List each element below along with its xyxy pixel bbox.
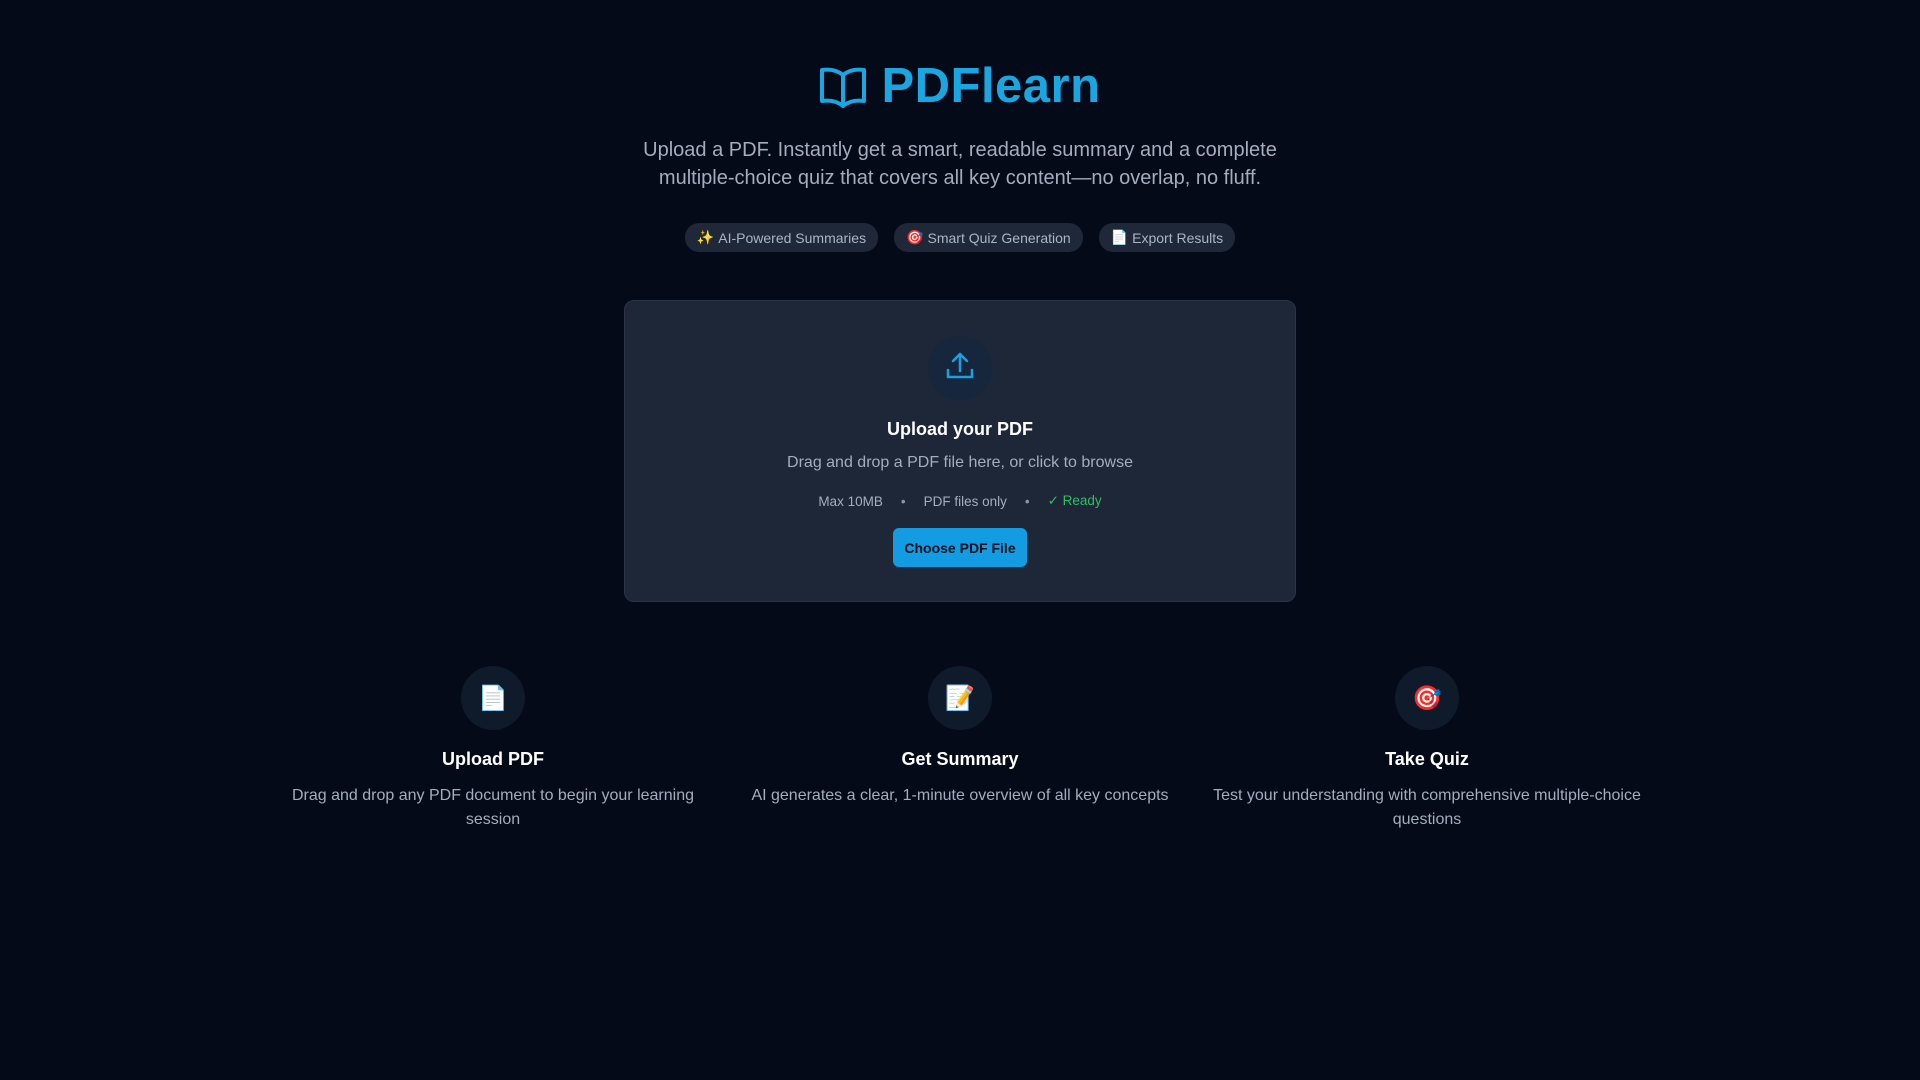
upload-instructions: Drag and drop a PDF file here, or click … bbox=[787, 454, 1133, 471]
chip-label: Smart Quiz Generation bbox=[927, 229, 1071, 246]
upload-meta: Max 10MB • PDF files only • ✓ Ready bbox=[625, 493, 1295, 509]
document-icon: 📄 bbox=[461, 666, 525, 730]
step-get-summary: 📝 Get Summary AI generates a clear, 1-mi… bbox=[740, 666, 1180, 808]
file-type-label: PDF files only bbox=[923, 493, 1007, 509]
open-book-icon bbox=[819, 65, 867, 109]
brand-header: PDFlearn bbox=[0, 62, 1920, 111]
sparkles-icon: ✨ bbox=[696, 229, 715, 246]
max-size-label: Max 10MB bbox=[818, 493, 883, 509]
choose-pdf-button[interactable]: Choose PDF File bbox=[893, 528, 1027, 567]
feature-chips: ✨ AI-Powered Summaries 🎯 Smart Quiz Gene… bbox=[0, 223, 1920, 252]
status-ready: ✓ Ready bbox=[1047, 493, 1102, 508]
upload-dropzone[interactable]: Upload your PDF Drag and drop a PDF file… bbox=[624, 300, 1296, 602]
chip-export-results: 📄 Export Results bbox=[1098, 223, 1236, 252]
step-description: Drag and drop any PDF document to begin … bbox=[291, 787, 694, 828]
separator-dot: • bbox=[1024, 493, 1030, 509]
step-take-quiz: 🎯 Take Quiz Test your understanding with… bbox=[1207, 666, 1647, 832]
chip-ai-summaries: ✨ AI-Powered Summaries bbox=[684, 223, 879, 252]
chip-smart-quiz: 🎯 Smart Quiz Generation bbox=[894, 223, 1083, 252]
step-upload-pdf: 📄 Upload PDF Drag and drop any PDF docum… bbox=[273, 666, 713, 832]
upload-icon-circle bbox=[928, 336, 992, 400]
step-title: Take Quiz bbox=[1385, 749, 1469, 769]
target-icon: 🎯 bbox=[906, 229, 924, 246]
memo-icon: 📝 bbox=[928, 666, 992, 730]
tagline-line-2: multiple-choice quiz that covers all key… bbox=[658, 167, 1262, 189]
step-description: Test your understanding with comprehensi… bbox=[1213, 787, 1641, 828]
page: PDFlearn Upload a PDF. Instantly get a s… bbox=[0, 0, 1920, 1080]
tagline: Upload a PDF. Instantly get a smart, rea… bbox=[0, 136, 1920, 192]
chip-label: Export Results bbox=[1132, 229, 1224, 246]
target-icon: 🎯 bbox=[1395, 666, 1459, 730]
step-title: Upload PDF bbox=[442, 749, 544, 769]
tagline-line-1: Upload a PDF. Instantly get a smart, rea… bbox=[643, 139, 1277, 161]
separator-dot: • bbox=[900, 493, 906, 509]
step-description: AI generates a clear, 1-minute overview … bbox=[751, 787, 1169, 804]
upload-icon bbox=[945, 351, 975, 386]
app-title: PDFlearn bbox=[881, 59, 1101, 113]
document-icon: 📄 bbox=[1110, 229, 1129, 246]
step-title: Get Summary bbox=[901, 749, 1019, 769]
upload-title: Upload your PDF bbox=[886, 419, 1033, 439]
chip-label: AI-Powered Summaries bbox=[718, 229, 867, 246]
